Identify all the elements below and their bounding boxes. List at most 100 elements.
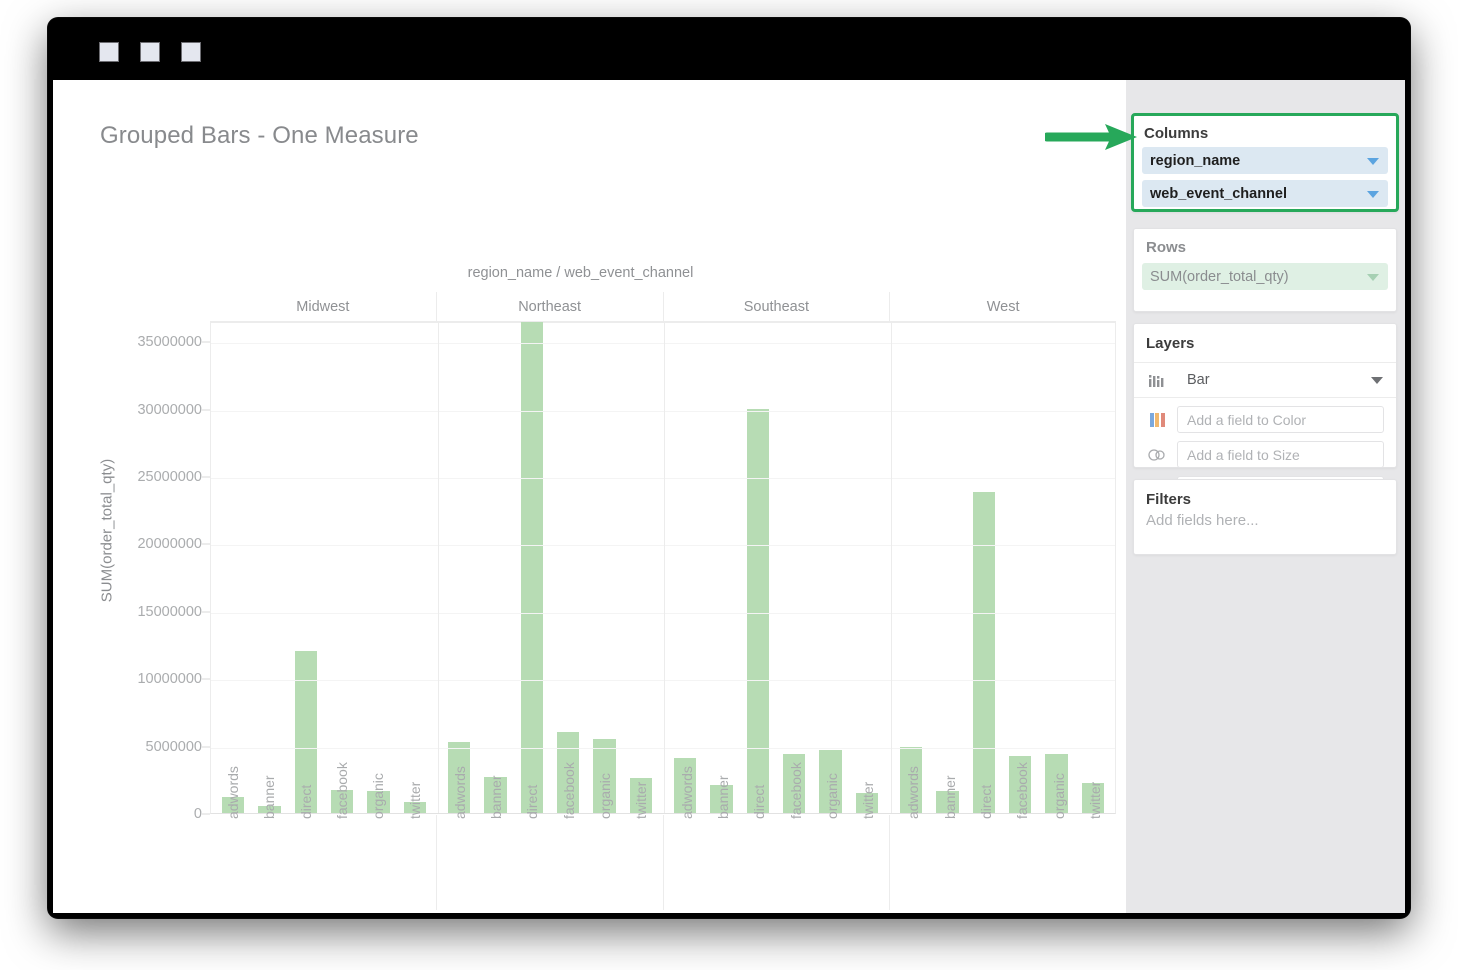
y-axis-ticks: 3500000030000000250000002000000015000000… (75, 322, 210, 814)
x-tick-label-direct: direct (524, 785, 540, 819)
bar-slot (215, 323, 251, 813)
x-label-slot: adwords (894, 815, 930, 910)
bar-slot (441, 323, 477, 813)
window-titlebar (48, 18, 1410, 80)
rows-panel: Rows SUM(order_total_qty) (1133, 228, 1397, 312)
filters-panel: Filters Add fields here... (1133, 479, 1397, 555)
y-tick-mark (202, 746, 210, 747)
x-tick-label-organic: organic (824, 773, 840, 819)
chevron-down-icon[interactable] (1367, 191, 1379, 198)
x-tick-label-facebook: facebook (561, 762, 577, 819)
x-tick-label-twitter: twitter (1087, 782, 1103, 819)
bar-group-west (889, 323, 1115, 813)
x-label-group-midwest: adwordsbannerdirectfacebookorganictwitte… (210, 815, 436, 910)
filters-empty-text[interactable]: Add fields here... (1134, 512, 1396, 529)
y-tick-label: 5000000 (146, 739, 202, 755)
bar-slot (776, 323, 812, 813)
size-circles-icon (1146, 446, 1168, 464)
bar-west-direct[interactable] (973, 492, 996, 813)
x-label-slot: facebook (1003, 815, 1039, 910)
bar-slot (586, 323, 622, 813)
bar-slot (1038, 323, 1074, 813)
bar-slot (251, 323, 287, 813)
bar-slot (623, 323, 659, 813)
y-tick-mark (202, 342, 210, 343)
x-tick-label-adwords: adwords (452, 766, 468, 819)
x-tick-label-twitter: twitter (860, 782, 876, 819)
bar-slot (929, 323, 965, 813)
region-header-northeast: Northeast (436, 292, 663, 321)
columns-field-web-event-channel[interactable]: web_event_channel (1142, 180, 1388, 207)
layers-panel: Layers Bar Add (1133, 323, 1397, 468)
bar-slot (550, 323, 586, 813)
chevron-down-icon[interactable] (1367, 158, 1379, 165)
region-header-band: MidwestNortheastSoutheastWest (210, 292, 1116, 322)
y-tick-mark (202, 409, 210, 410)
columns-panel: Columns region_name web_event_channel (1131, 113, 1399, 212)
x-label-slot: direct (740, 815, 776, 910)
bar-slot (740, 323, 776, 813)
y-tick-mark (202, 679, 210, 680)
bar-group-southeast (663, 323, 889, 813)
x-tick-label-twitter: twitter (633, 782, 649, 819)
region-separator (438, 323, 439, 813)
x-axis-tick-labels: adwordsbannerdirectfacebookorganictwitte… (210, 815, 1116, 910)
rows-field-label: SUM(order_total_qty) (1150, 269, 1289, 285)
column-axis-title: region_name / web_event_channel (53, 265, 1108, 281)
layer-type-selector[interactable]: Bar (1134, 363, 1396, 398)
gridline (211, 748, 1115, 749)
x-tick-label-banner: banner (261, 775, 277, 819)
x-label-slot: direct (967, 815, 1003, 910)
gridline (211, 478, 1115, 479)
shelf-input-size-circles[interactable]: Add a field to Size (1177, 441, 1384, 468)
y-tick-label: 30000000 (137, 402, 202, 418)
sidebar: Columns region_name web_event_channel Ro… (1126, 80, 1405, 913)
shelf-input-color-bars[interactable]: Add a field to Color (1177, 406, 1384, 433)
x-tick-label-organic: organic (370, 773, 386, 819)
title-square-2[interactable] (140, 42, 160, 62)
rows-field-sum-order-total-qty[interactable]: SUM(order_total_qty) (1142, 263, 1388, 290)
x-tick-label-direct: direct (298, 785, 314, 819)
filters-panel-title: Filters (1134, 480, 1396, 512)
y-tick-mark (202, 477, 210, 478)
bar-chart-icon (1146, 371, 1168, 389)
gridline (211, 545, 1115, 546)
bar-group-midwest (211, 323, 437, 813)
x-label-slot: adwords (214, 815, 250, 910)
bar-slot (288, 323, 324, 813)
x-label-slot: facebook (323, 815, 359, 910)
bar-northeast-direct[interactable] (521, 322, 544, 813)
title-square-3[interactable] (181, 42, 201, 62)
rows-panel-title: Rows (1134, 229, 1396, 263)
x-tick-label-twitter: twitter (407, 782, 423, 819)
color-bars-icon (1146, 411, 1168, 429)
x-tick-label-facebook: facebook (788, 762, 804, 819)
layer-type-label: Bar (1187, 372, 1210, 388)
x-tick-label-banner: banner (488, 775, 504, 819)
region-header-midwest: Midwest (210, 292, 436, 321)
x-label-slot: facebook (550, 815, 586, 910)
x-label-slot: twitter (849, 815, 885, 910)
x-tick-label-banner: banner (715, 775, 731, 819)
x-tick-label-direct: direct (751, 785, 767, 819)
x-label-slot: direct (287, 815, 323, 910)
layers-panel-title: Layers (1134, 324, 1396, 363)
y-tick-mark (202, 814, 210, 815)
y-tick-label: 10000000 (137, 671, 202, 687)
shelf-row: Add a field to Color (1146, 406, 1384, 433)
title-square-1[interactable] (99, 42, 119, 62)
x-label-slot: facebook (776, 815, 812, 910)
bar-slot (514, 323, 550, 813)
chevron-down-icon[interactable] (1371, 377, 1383, 384)
x-tick-label-adwords: adwords (679, 766, 695, 819)
columns-field-region-name[interactable]: region_name (1142, 147, 1388, 174)
bar-southeast-direct[interactable] (747, 409, 770, 813)
bar-slot (703, 323, 739, 813)
y-tick-label: 15000000 (137, 604, 202, 620)
page-title: Grouped Bars - One Measure (100, 122, 419, 150)
columns-panel-title: Columns (1134, 116, 1396, 147)
y-tick-label: 25000000 (137, 469, 202, 485)
y-tick-label: 20000000 (137, 536, 202, 552)
chevron-down-icon[interactable] (1367, 274, 1379, 281)
bar-slot (812, 323, 848, 813)
